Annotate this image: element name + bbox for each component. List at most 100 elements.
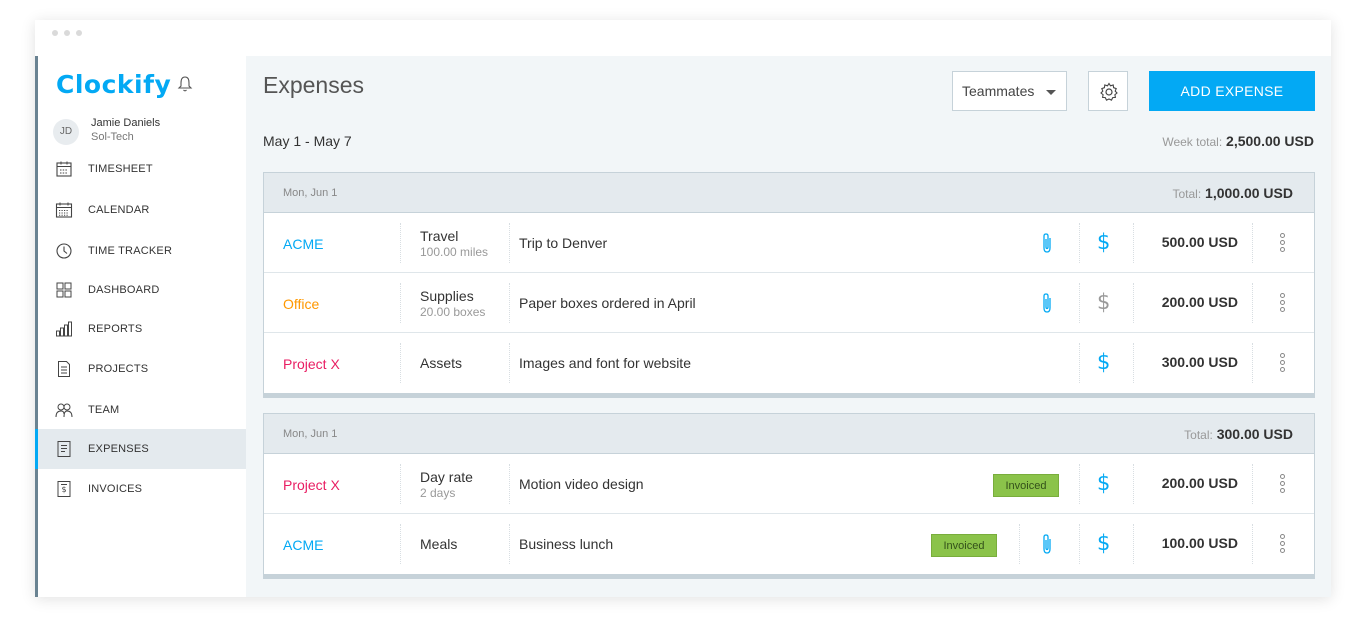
avatar[interactable]: JD bbox=[53, 119, 79, 145]
sidebar-item-label: INVOICES bbox=[88, 483, 143, 495]
paperclip-icon[interactable] bbox=[1040, 533, 1054, 555]
receipt-icon bbox=[57, 441, 71, 457]
page-title: Expenses bbox=[263, 72, 365, 98]
column-divider bbox=[1079, 283, 1080, 323]
project-name[interactable]: Project X bbox=[283, 356, 340, 372]
column-divider bbox=[1133, 343, 1134, 383]
clock-icon bbox=[56, 243, 72, 259]
column-divider bbox=[1133, 283, 1134, 323]
chevron-down-icon bbox=[1046, 90, 1056, 95]
group-total: Total: 1,000.00 USD bbox=[1172, 185, 1293, 201]
category-name: Meals bbox=[420, 536, 458, 552]
dashboard-icon bbox=[56, 282, 72, 298]
billable-dollar-icon[interactable]: $ bbox=[1097, 350, 1110, 374]
category-name: Travel bbox=[420, 228, 459, 244]
category-quantity: 20.00 boxes bbox=[420, 305, 486, 319]
more-options-icon[interactable] bbox=[1280, 233, 1286, 253]
expense-description[interactable]: Motion video design bbox=[519, 476, 644, 492]
expense-description[interactable]: Business lunch bbox=[519, 536, 613, 552]
column-divider bbox=[1252, 223, 1253, 263]
sidebar-item-label: CALENDAR bbox=[88, 204, 150, 216]
category-name: Day rate bbox=[420, 469, 473, 485]
column-divider bbox=[1252, 343, 1253, 383]
sidebar-item-calendar[interactable]: CALENDAR bbox=[38, 190, 246, 230]
week-total-value: 2,500.00 USD bbox=[1226, 133, 1314, 149]
non-billable-dollar-icon[interactable]: $ bbox=[1097, 290, 1110, 314]
more-options-icon[interactable] bbox=[1280, 474, 1286, 494]
category-quantity: 2 days bbox=[420, 486, 456, 500]
billable-dollar-icon[interactable]: $ bbox=[1097, 471, 1110, 495]
column-divider bbox=[1252, 524, 1253, 564]
gear-icon bbox=[1100, 82, 1118, 101]
bell-icon[interactable] bbox=[176, 75, 194, 93]
add-expense-button[interactable]: ADD EXPENSE bbox=[1149, 71, 1315, 111]
table-row[interactable]: Project X Day rate 2 days Motion video d… bbox=[264, 454, 1314, 514]
settings-button[interactable] bbox=[1088, 71, 1128, 111]
billable-dollar-icon[interactable]: $ bbox=[1097, 230, 1110, 254]
more-options-icon[interactable] bbox=[1280, 353, 1286, 373]
category-quantity: 100.00 miles bbox=[420, 245, 489, 259]
column-divider bbox=[1133, 524, 1134, 564]
expense-description[interactable]: Paper boxes ordered in April bbox=[519, 295, 696, 311]
teammates-dropdown[interactable]: Teammates bbox=[952, 71, 1067, 111]
sidebar-item-dashboard[interactable]: DASHBOARD bbox=[38, 270, 246, 310]
expense-description[interactable]: Images and font for website bbox=[519, 355, 691, 371]
group-total-label: Total: bbox=[1172, 187, 1202, 201]
sidebar-item-team[interactable]: TEAM bbox=[38, 390, 246, 430]
user-name: Jamie Daniels bbox=[91, 117, 161, 129]
category-name: Supplies bbox=[420, 288, 474, 304]
more-options-icon[interactable] bbox=[1280, 293, 1286, 313]
paperclip-icon[interactable] bbox=[1040, 232, 1054, 254]
sidebar-item-reports[interactable]: REPORTS bbox=[38, 309, 246, 349]
category-cell: Travel 100.00 miles bbox=[400, 223, 510, 263]
project-name[interactable]: ACME bbox=[283, 537, 323, 553]
team-icon bbox=[55, 403, 73, 418]
column-divider bbox=[1079, 524, 1080, 564]
app-window: Clockify JD Jamie Daniels Sol-Tech TIMES… bbox=[35, 20, 1331, 597]
sidebar-item-expenses[interactable]: EXPENSES bbox=[35, 429, 246, 469]
table-row[interactable]: ACME Travel 100.00 miles Trip to Denver … bbox=[264, 213, 1314, 273]
table-row[interactable]: Office Supplies 20.00 boxes Paper boxes … bbox=[264, 273, 1314, 333]
expense-amount: 300.00 USD bbox=[1161, 354, 1238, 370]
project-name[interactable]: Project X bbox=[283, 477, 340, 493]
sidebar-item-label: TIME TRACKER bbox=[88, 245, 173, 257]
group-footer bbox=[264, 574, 1314, 578]
sidebar-item-label: REPORTS bbox=[88, 323, 143, 335]
column-divider bbox=[1133, 464, 1134, 504]
category-cell: Day rate 2 days bbox=[400, 464, 510, 504]
group-footer bbox=[264, 393, 1314, 397]
document-icon bbox=[58, 361, 70, 377]
more-options-icon[interactable] bbox=[1280, 534, 1286, 554]
column-divider bbox=[1252, 283, 1253, 323]
expense-group: Mon, Jun 1 Total: 300.00 USD Project X D… bbox=[263, 413, 1315, 579]
project-name[interactable]: Office bbox=[283, 296, 319, 312]
column-divider bbox=[1019, 524, 1020, 564]
user-organization: Sol-Tech bbox=[91, 131, 134, 143]
sidebar-item-invoices[interactable]: $ INVOICES bbox=[38, 469, 246, 509]
sidebar-item-timesheet[interactable]: TIMESHEET bbox=[38, 149, 246, 189]
table-row[interactable]: Project X Assets Images and font for web… bbox=[264, 333, 1314, 393]
expense-amount: 200.00 USD bbox=[1161, 475, 1238, 491]
window-dot bbox=[64, 30, 70, 36]
column-divider bbox=[1133, 223, 1134, 263]
week-total: Week total: 2,500.00 USD bbox=[1162, 133, 1314, 149]
category-cell: Assets bbox=[400, 343, 510, 383]
group-date: Mon, Jun 1 bbox=[283, 187, 338, 199]
expense-amount: 500.00 USD bbox=[1161, 234, 1238, 250]
sidebar-item-projects[interactable]: PROJECTS bbox=[38, 349, 246, 389]
table-row[interactable]: ACME Meals Business lunch Invoiced $ 100… bbox=[264, 514, 1314, 574]
clockify-logo[interactable]: Clockify bbox=[56, 70, 171, 99]
sidebar-item-label: EXPENSES bbox=[88, 443, 149, 455]
date-range: May 1 - May 7 bbox=[263, 133, 352, 149]
expense-amount: 100.00 USD bbox=[1161, 535, 1238, 551]
calendar-icon bbox=[55, 202, 73, 218]
paperclip-icon[interactable] bbox=[1040, 292, 1054, 314]
expense-description[interactable]: Trip to Denver bbox=[519, 235, 607, 251]
project-name[interactable]: ACME bbox=[283, 236, 323, 252]
sidebar-item-label: TIMESHEET bbox=[88, 163, 153, 175]
column-divider bbox=[1079, 223, 1080, 263]
billable-dollar-icon[interactable]: $ bbox=[1097, 531, 1110, 555]
sidebar-item-time-tracker[interactable]: TIME TRACKER bbox=[38, 231, 246, 271]
group-total-label: Total: bbox=[1184, 428, 1213, 442]
column-divider bbox=[1252, 464, 1253, 504]
